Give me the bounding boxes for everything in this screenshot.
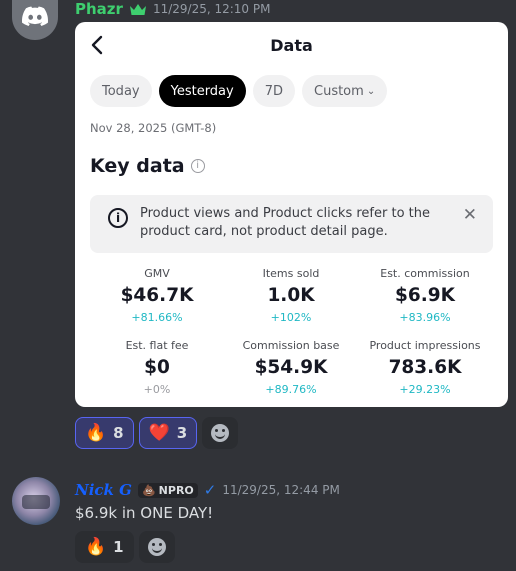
metric-est-flat-fee: Est. flat fee $0 +0% <box>125 339 189 396</box>
info-circle-icon: i <box>108 208 128 228</box>
server-tag[interactable]: 💩 NPRO <box>137 482 198 498</box>
reaction-count: 8 <box>113 424 124 442</box>
fire-emoji-icon: 🔥 <box>85 537 107 557</box>
screenshot-attachment[interactable]: Data Today Yesterday 7D Custom ⌄ Nov 28, … <box>75 22 508 407</box>
metric-items-sold: Items sold 1.0K +102% <box>262 267 320 324</box>
smiley-icon <box>211 424 230 442</box>
avatar[interactable] <box>12 477 60 525</box>
reaction-count: 1 <box>113 538 124 556</box>
date-tabs: Today Yesterday 7D Custom ⌄ <box>90 75 388 107</box>
info-icon: i <box>190 159 205 173</box>
add-reaction-button[interactable] <box>138 531 175 563</box>
date-range: Nov 28, 2025 (GMT-8) <box>90 121 217 135</box>
metric-commission-base: Commission base $54.9K +89.76% <box>242 339 340 396</box>
notice-banner: i Product views and Product clicks refer… <box>90 195 493 253</box>
discord-avatar[interactable] <box>12 0 58 40</box>
reaction-count: 3 <box>176 424 188 442</box>
tab-yesterday: Yesterday <box>158 75 246 107</box>
message-header: Phazr 11/29/25, 12:10 PM <box>75 0 271 18</box>
crown-icon <box>129 3 146 15</box>
username[interactable]: Phazr <box>75 0 123 18</box>
tag-emoji-icon: 💩 <box>141 483 156 497</box>
username[interactable]: Nick G <box>75 481 132 499</box>
fire-emoji-icon: 🔥 <box>85 423 107 443</box>
close-icon: ✕ <box>462 205 477 225</box>
checkmark-icon: ✓ <box>203 481 217 499</box>
discord-logo-icon <box>22 6 48 26</box>
chevron-down-icon: ⌄ <box>366 85 376 97</box>
tab-custom: Custom ⌄ <box>302 75 388 107</box>
reaction-fire[interactable]: 🔥 1 <box>75 531 134 563</box>
metric-est-commission: Est. commission $6.9K +83.96% <box>380 267 470 324</box>
metric-product-impressions: Product impressions 783.6K +29.23% <box>369 339 481 396</box>
smiley-icon <box>147 538 166 556</box>
message-text: $6.9k in ONE DAY! <box>75 504 214 522</box>
tab-7d: 7D <box>252 75 295 107</box>
notice-text: Product views and Product clicks refer t… <box>140 206 430 239</box>
add-reaction-button[interactable] <box>202 417 239 449</box>
metric-gmv: GMV $46.7K +81.66% <box>120 267 194 324</box>
reaction-fire[interactable]: 🔥 8 <box>75 417 134 449</box>
tab-today: Today <box>90 75 152 107</box>
reaction-bar: 🔥 8 ❤️ 3 <box>75 417 239 449</box>
metrics-grid: GMV $46.7K +81.66% Items sold 1.0K +102%… <box>90 267 493 411</box>
reaction-bar: 🔥 1 <box>75 531 175 563</box>
message-header: Nick G 💩 NPRO ✓ 11/29/25, 12:44 PM <box>75 481 340 499</box>
section-title: Key data i <box>90 155 205 177</box>
heart-emoji-icon: ❤️ <box>148 423 170 443</box>
reaction-heart[interactable]: ❤️ 3 <box>138 417 198 449</box>
timestamp: 11/29/25, 12:10 PM <box>152 2 271 16</box>
timestamp: 11/29/25, 12:44 PM <box>222 483 340 497</box>
card-title: Data <box>270 36 313 55</box>
